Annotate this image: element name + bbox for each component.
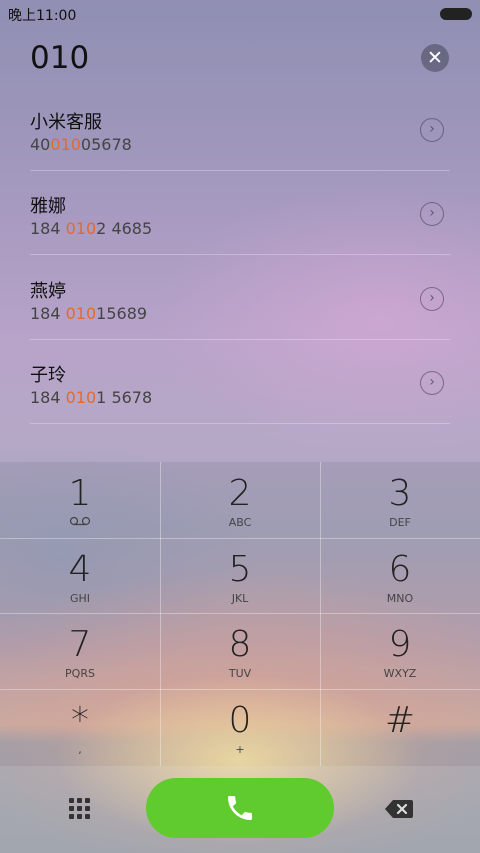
battery-icon bbox=[440, 8, 472, 20]
contact-number: 184 0102 4685 bbox=[30, 219, 153, 238]
close-icon: ✕ bbox=[427, 47, 443, 69]
contact-number: 184 0101 5678 bbox=[30, 388, 153, 407]
key-hash[interactable]: # bbox=[320, 689, 480, 765]
key-0[interactable]: 0 + bbox=[160, 689, 320, 765]
chevron-right-circle-icon[interactable]: › bbox=[420, 118, 444, 142]
key-6[interactable]: 6 MNO bbox=[320, 538, 480, 614]
status-time: 晚上11:00 bbox=[8, 8, 77, 24]
contact-row[interactable]: 燕婷 184 01015689 › bbox=[30, 255, 450, 340]
contact-number: 184 01015689 bbox=[30, 304, 148, 323]
chevron-right-circle-icon[interactable]: › bbox=[420, 202, 444, 226]
contact-name: 雅娜 bbox=[30, 196, 66, 217]
clear-button[interactable]: ✕ bbox=[421, 44, 449, 72]
dialed-number: 010 bbox=[30, 40, 90, 76]
key-3[interactable]: 3 DEF bbox=[320, 462, 480, 538]
contact-name: 小米客服 bbox=[30, 112, 102, 133]
contact-name: 燕婷 bbox=[30, 281, 66, 302]
call-button[interactable] bbox=[146, 778, 334, 838]
key-9[interactable]: 9 WXYZ bbox=[320, 613, 480, 689]
contact-row[interactable]: 雅娜 184 0102 4685 › bbox=[30, 170, 450, 255]
backspace-icon[interactable] bbox=[384, 798, 414, 824]
key-star[interactable]: * , bbox=[0, 689, 160, 765]
key-2[interactable]: 2 ABC bbox=[160, 462, 320, 538]
key-4[interactable]: 4 GHI bbox=[0, 538, 160, 614]
chevron-right-circle-icon[interactable]: › bbox=[420, 371, 444, 395]
chevron-right-circle-icon[interactable]: › bbox=[420, 287, 444, 311]
contact-row[interactable]: 子玲 184 0101 5678 › bbox=[30, 339, 450, 424]
key-1[interactable]: 1 bbox=[0, 462, 160, 538]
key-7[interactable]: 7 PQRS bbox=[0, 613, 160, 689]
status-bar: 晚上11:00 bbox=[0, 0, 480, 28]
contact-row[interactable]: 小米客服 4001005678 › bbox=[30, 86, 450, 171]
dialpad-grid-icon[interactable] bbox=[67, 796, 93, 822]
contact-name: 子玲 bbox=[30, 365, 66, 386]
key-5[interactable]: 5 JKL bbox=[160, 538, 320, 614]
voicemail-icon bbox=[0, 516, 160, 529]
contact-number: 4001005678 bbox=[30, 135, 132, 154]
key-8[interactable]: 8 TUV bbox=[160, 613, 320, 689]
phone-icon bbox=[228, 796, 252, 820]
